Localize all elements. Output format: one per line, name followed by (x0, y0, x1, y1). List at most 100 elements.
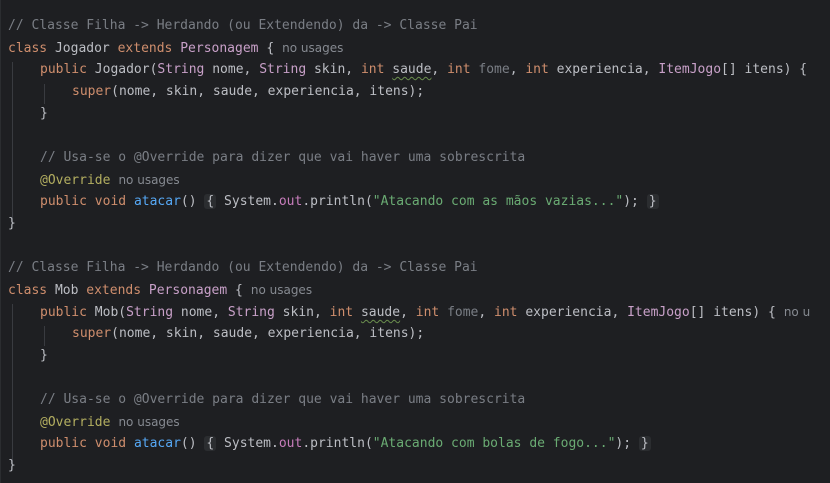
code-line: // Classe Filha -> Herdando (ou Extenden… (8, 257, 478, 279)
keyword: public (40, 305, 87, 320)
usage-hint[interactable]: no usages (251, 283, 312, 297)
field-ref: out (278, 436, 303, 451)
method-call: .println( (302, 436, 373, 451)
comment: // Usa-se o @Override para dizer que vai… (40, 150, 526, 165)
param: nome (180, 305, 213, 320)
usage-hint[interactable]: no usages (118, 173, 179, 187)
type: ItemJogo (627, 305, 690, 320)
type: ItemJogo (658, 62, 722, 77)
code-editor[interactable]: // Classe Filha -> Herdando (ou Extenden… (0, 0, 830, 483)
annotation: @Override (40, 415, 111, 430)
paren: () (180, 194, 197, 209)
indent-guide (12, 62, 13, 224)
brace: { (266, 41, 275, 56)
keyword: class (8, 283, 48, 298)
code-line: } (8, 213, 16, 235)
constructor-name: Mob (94, 305, 119, 320)
punctuation: ); (615, 436, 632, 451)
class-ref: System. (224, 436, 279, 451)
code-line: public Jogador(String nome, String skin,… (40, 62, 808, 77)
type: int (494, 305, 518, 320)
code-line: // Usa-se o @Override para dizer que vai… (40, 389, 525, 411)
call-args: (nome, skin, saude, experiencia, itens); (111, 326, 425, 341)
type: String (157, 62, 205, 77)
method-name: atacar (133, 194, 181, 209)
keyword: public (40, 436, 87, 451)
fold-brace[interactable]: } (638, 436, 651, 451)
brace: { (235, 283, 243, 298)
keyword: extends (117, 41, 173, 56)
type: int (415, 305, 440, 320)
type: String (259, 62, 307, 77)
type: int (329, 305, 354, 320)
param-unused: fome (478, 62, 510, 77)
type: int (525, 62, 549, 77)
parent-class[interactable]: Personagem (180, 41, 258, 56)
punctuation: ); (623, 194, 639, 209)
comment: // Classe Filha -> Herdando (ou Extenden… (8, 260, 478, 275)
param: nome (212, 62, 244, 77)
method-call: .println( (302, 194, 373, 209)
code-line: } (8, 455, 16, 477)
paren: ( (118, 305, 127, 320)
code-line: @Override no usages (40, 411, 180, 433)
fold-brace[interactable]: { (204, 194, 217, 209)
keyword: void (94, 436, 127, 451)
gutter-border (0, 0, 1, 483)
class-name: Mob (54, 283, 79, 298)
code-line: class Jogador extends Personagem { no usa… (8, 37, 343, 59)
comment: // Usa-se o @Override para dizer que vai… (40, 392, 526, 407)
code-line: public void atacar() { System.out.printl… (40, 191, 659, 213)
fold-brace[interactable]: } (646, 194, 659, 209)
param: [] itens) { (689, 305, 776, 320)
paren: () (180, 436, 197, 451)
code-line: public void atacar() { System.out.printl… (40, 433, 651, 455)
type: int (360, 62, 385, 77)
keyword: public (40, 194, 87, 209)
brace: } (8, 458, 16, 473)
parent-class[interactable]: Personagem (149, 283, 227, 298)
param: skin (313, 62, 346, 77)
indent-guide (44, 84, 45, 104)
keyword: super (72, 84, 112, 99)
type: String (126, 305, 174, 320)
type: String (227, 305, 275, 320)
code-line: // Classe Filha -> Herdando (ou Extenden… (8, 15, 478, 37)
brace: } (40, 106, 48, 121)
type: int (447, 62, 471, 77)
constructor-name: Jogador (94, 62, 150, 77)
code-line: super(nome, skin, saude, experiencia, it… (72, 81, 424, 103)
param: experiencia (525, 305, 612, 320)
field-ref: out (278, 194, 303, 209)
code-line: public Mob(String nome, String skin, int… (40, 305, 811, 320)
class-name: Jogador (54, 41, 110, 56)
call-args: (nome, skin, saude, experiencia, itens); (111, 84, 425, 99)
string-literal: "Atacando com bolas de fogo..." (372, 436, 616, 451)
string-literal: "Atacando com as mãos vazias..." (372, 194, 624, 209)
keyword: void (94, 194, 127, 209)
class-ref: System. (224, 194, 279, 209)
keyword: public (40, 62, 87, 77)
brace: } (8, 216, 16, 231)
param-unused: fome (447, 305, 479, 320)
fold-brace[interactable]: { (204, 436, 217, 451)
usage-hint[interactable]: no usages (118, 415, 179, 429)
keyword: class (8, 41, 48, 56)
keyword: super (72, 326, 112, 341)
method-name: atacar (133, 436, 181, 451)
indent-guide (44, 326, 45, 346)
code-line: super(nome, skin, saude, experiencia, it… (72, 323, 424, 345)
indent-guide (12, 304, 13, 464)
param: skin (282, 305, 314, 320)
code-line: } (40, 345, 48, 367)
comment: // Classe Filha -> Herdando (ou Extenden… (8, 18, 478, 33)
brace: } (40, 348, 48, 363)
usage-hint[interactable]: no usages (282, 41, 343, 55)
annotation: @Override (40, 173, 111, 188)
param: [] itens) { (721, 62, 808, 77)
code-line: @Override no usages (40, 169, 180, 191)
code-line: } (40, 103, 48, 125)
usage-hint[interactable]: no u (784, 305, 810, 319)
param: saude (392, 62, 432, 77)
keyword: extends (86, 283, 142, 298)
